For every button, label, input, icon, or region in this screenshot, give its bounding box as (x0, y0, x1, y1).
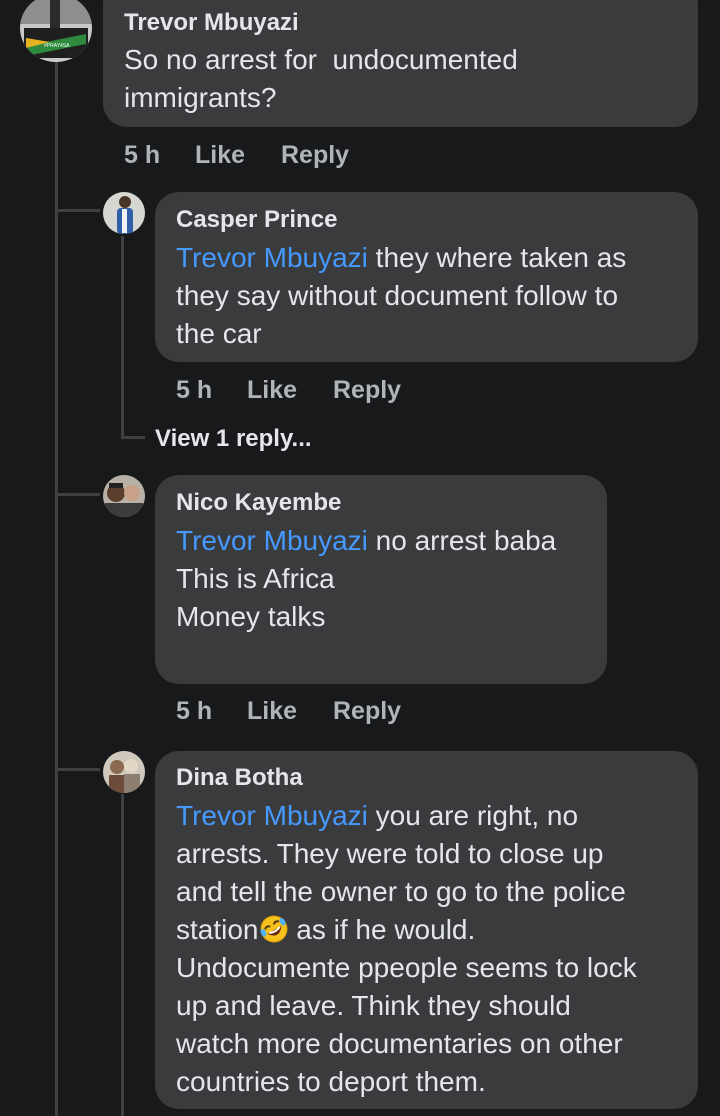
reply-button-trevor[interactable]: Reply (281, 141, 349, 170)
reply-button-nico[interactable]: Reply (333, 697, 401, 726)
comment-author-trevor[interactable]: Trevor Mbuyazi (124, 9, 299, 37)
reply-button-casper[interactable]: Reply (333, 376, 401, 405)
comment-time-trevor: 5 h (124, 141, 161, 169)
comment-author-nico[interactable]: Nico Kayembe (176, 489, 341, 517)
comment-text-nico: Trevor Mbuyazi no arrest baba This is Af… (176, 522, 556, 636)
thread-connector-casper (55, 209, 100, 212)
avatar-badge-text: #PRAY4SA (44, 43, 70, 49)
mention-link-nico[interactable]: Trevor Mbuyazi (176, 525, 368, 556)
comment-time-casper: 5 h (176, 376, 213, 404)
comment-time-nico: 5 h (176, 697, 213, 725)
avatar-trevor-image: #PRAY4SA (20, 0, 92, 62)
comment-text-trevor: So no arrest for undocumented immigrants… (124, 44, 518, 113)
like-button-trevor[interactable]: Like (195, 141, 245, 170)
avatar-casper-image (103, 192, 145, 234)
avatar-dina-image (103, 751, 145, 793)
avatar-trevor-mbuyazi[interactable]: #PRAY4SA (20, 0, 92, 62)
avatar-casper-prince[interactable] (103, 192, 145, 234)
thread-line-main (55, 62, 58, 1116)
thread-connector-view-replies (121, 436, 145, 439)
avatar-nico-image (103, 475, 145, 517)
thread-connector-nico (55, 493, 100, 496)
view-replies-link[interactable]: View 1 reply... (155, 425, 312, 453)
comment-text-casper: Trevor Mbuyazi they where taken as they … (176, 239, 626, 353)
thread-line-casper (121, 236, 124, 436)
rolling-on-floor-laughing-emoji-icon (260, 915, 287, 943)
avatar-dina-botha[interactable] (103, 751, 145, 793)
mention-link-dina[interactable]: Trevor Mbuyazi (176, 800, 368, 831)
like-button-casper[interactable]: Like (247, 376, 297, 405)
comment-author-dina[interactable]: Dina Botha (176, 764, 303, 792)
avatar-nico-kayembe[interactable] (103, 475, 145, 517)
thread-line-dina (121, 794, 124, 1116)
comment-text-dina: Trevor Mbuyazi you are right, no arrests… (176, 797, 637, 1101)
mention-link-casper[interactable]: Trevor Mbuyazi (176, 242, 368, 273)
like-button-nico[interactable]: Like (247, 697, 297, 726)
comment-author-casper[interactable]: Casper Prince (176, 206, 337, 234)
thread-connector-dina (55, 768, 100, 771)
